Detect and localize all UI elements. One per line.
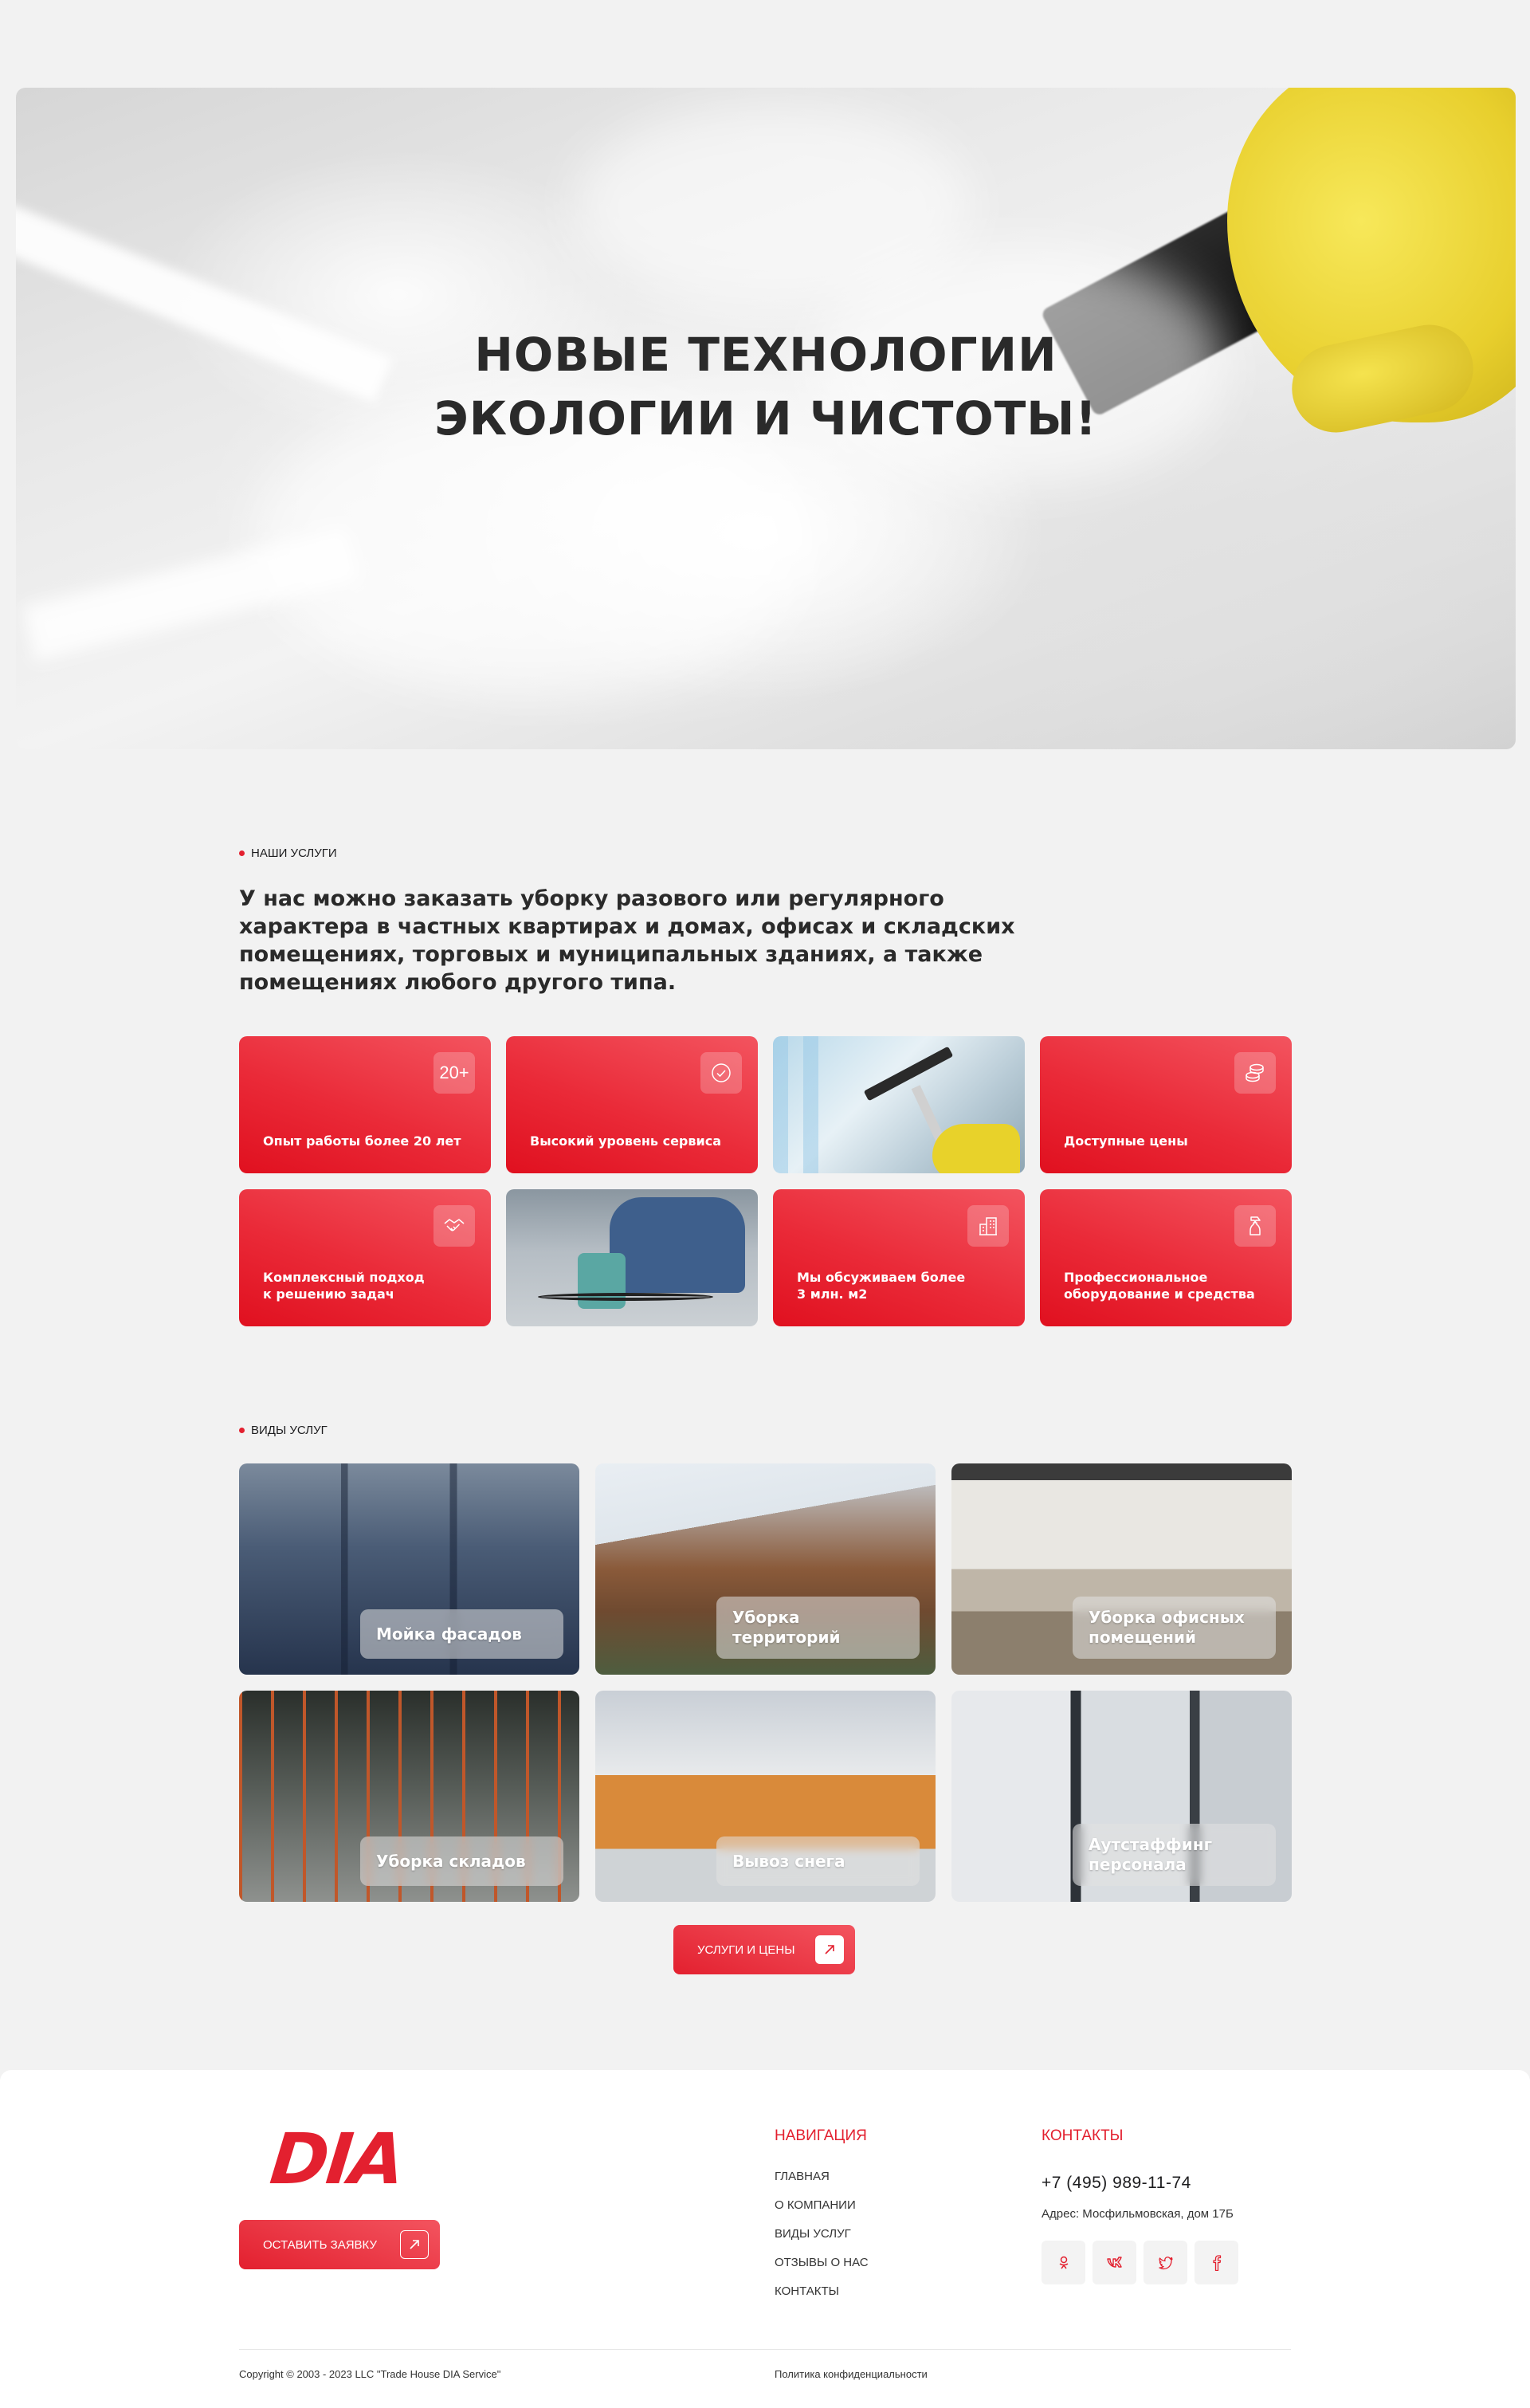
phone-link[interactable]: +7 (495) 989-11-74 xyxy=(1042,2174,1191,2193)
privacy-policy-link[interactable]: Политика конфиденциальности xyxy=(775,2368,928,2380)
service-card-snow-removal[interactable]: Вывоз снега xyxy=(595,1691,936,1902)
building-icon xyxy=(967,1205,1009,1247)
service-card-facade-washing[interactable]: Мойка фасадов xyxy=(239,1463,579,1675)
feature-card-equipment: Профессиональное оборудование и средства xyxy=(1040,1189,1292,1326)
feature-card-experience: 20+ Опыт работы более 20 лет xyxy=(239,1036,491,1173)
footer-nav-reviews[interactable]: ОТЗЫВЫ О НАС xyxy=(775,2256,869,2284)
services-intro-text: У нас можно заказать уборку разового или… xyxy=(239,886,1015,995)
years-20-icon-text: 20+ xyxy=(439,1063,469,1082)
service-card-label-line: Уборка складов xyxy=(376,1851,526,1871)
feature-card-service: Высокий уровень сервиса xyxy=(506,1036,758,1173)
service-card-warehouse-cleaning[interactable]: Уборка складов xyxy=(239,1691,579,1902)
service-card-label-line: территорий xyxy=(732,1628,841,1647)
service-types-grid: Мойка фасадов Уборка территорий Уборка оф… xyxy=(239,1463,1293,1902)
footer-nav-services[interactable]: ВИДЫ УСЛУГ xyxy=(775,2227,869,2256)
twitter-icon[interactable] xyxy=(1144,2241,1187,2284)
squeegee-image xyxy=(863,1046,954,1102)
feature-text: Комплексный подход к решению задач xyxy=(263,1269,470,1302)
feature-text-line: 3 млн. м2 xyxy=(797,1286,868,1302)
feature-text: Доступные цены xyxy=(1064,1133,1188,1149)
services-prices-button[interactable]: УСЛУГИ И ЦЕНЫ xyxy=(673,1925,855,1974)
bullet-dot-icon xyxy=(239,1428,245,1433)
section-label-text: НАШИ УСЛУГИ xyxy=(251,847,337,860)
service-card-label: Уборка офисных помещений xyxy=(1073,1597,1276,1659)
service-card-label-line: Уборка офисных xyxy=(1089,1608,1245,1627)
dia-logo[interactable]: DIA xyxy=(267,2118,407,2200)
feature-text: Мы обсуживаем более 3 млн. м2 xyxy=(797,1269,1004,1302)
feature-card-prices: Доступные цены xyxy=(1040,1036,1292,1173)
footer-nav-about[interactable]: О КОМПАНИИ xyxy=(775,2198,869,2227)
spray-bottle-icon xyxy=(1234,1205,1276,1247)
hero-title: НОВЫЕ ТЕХНОЛОГИИ ЭКОЛОГИИ И ЧИСТОТЫ! xyxy=(16,323,1516,450)
coins-icon xyxy=(1234,1052,1276,1094)
service-card-label-line: персонала xyxy=(1089,1855,1187,1874)
bullet-dot-icon xyxy=(239,850,245,856)
copyright-text: Copyright © 2003 - 2023 LLC "Trade House… xyxy=(239,2368,501,2380)
feature-text-line: к решению задач xyxy=(263,1286,394,1302)
handshake-icon xyxy=(434,1205,475,1247)
features-grid: 20+ Опыт работы более 20 лет Высокий уро… xyxy=(239,1036,1292,1326)
hero-title-line: ЭКОЛОГИИ И ЧИСТОТЫ! xyxy=(434,391,1097,446)
service-card-label: Мойка фасадов xyxy=(360,1609,563,1659)
section-label-text: ВИДЫ УСЛУГ xyxy=(251,1424,328,1437)
service-card-label-line: Мойка фасадов xyxy=(376,1624,522,1644)
feature-text: Высокий уровень сервиса xyxy=(530,1133,721,1149)
address-text: Адрес: Мосфильмовская, дом 17Б xyxy=(1042,2207,1234,2221)
hero-title-line: НОВЫЕ ТЕХНОЛОГИИ xyxy=(474,328,1057,382)
footer: DIA ОСТАВИТЬ ЗАЯВКУ НАВИГАЦИЯ ГЛАВНАЯ О … xyxy=(0,2070,1530,2408)
section-label-service-types: ВИДЫ УСЛУГ xyxy=(239,1424,328,1437)
leave-request-button[interactable]: ОСТАВИТЬ ЗАЯВКУ xyxy=(239,2220,440,2269)
footer-nav-title: НАВИГАЦИЯ xyxy=(775,2127,867,2144)
footer-divider xyxy=(239,2349,1291,2350)
hero-banner: НОВЫЕ ТЕХНОЛОГИИ ЭКОЛОГИИ И ЧИСТОТЫ! xyxy=(16,88,1516,749)
leave-request-button-label: ОСТАВИТЬ ЗАЯВКУ xyxy=(263,2237,377,2252)
service-card-outstaffing[interactable]: Аутстаффинг персонала xyxy=(951,1691,1292,1902)
vacuum-hose-image xyxy=(538,1293,713,1301)
service-card-territory-cleaning[interactable]: Уборка территорий xyxy=(595,1463,936,1675)
feature-card-complex: Комплексный подход к решению задач xyxy=(239,1189,491,1326)
steam-cloud xyxy=(574,104,972,311)
check-circle-icon xyxy=(700,1052,742,1094)
feature-text-line: оборудование и средства xyxy=(1064,1286,1255,1302)
gloved-hand-image xyxy=(932,1124,1020,1173)
social-links xyxy=(1042,2241,1238,2284)
footer-contacts-title: КОНТАКТЫ xyxy=(1042,2127,1124,2144)
window-cleaning-photo xyxy=(773,1036,1025,1173)
service-card-label-line: помещений xyxy=(1089,1628,1196,1647)
feature-text-line: Мы обсуживаем более xyxy=(797,1270,966,1285)
service-card-label: Аутстаффинг персонала xyxy=(1073,1824,1276,1886)
odnoklassniki-icon[interactable] xyxy=(1042,2241,1085,2284)
arrow-up-right-icon xyxy=(400,2230,429,2259)
footer-nav: ГЛАВНАЯ О КОМПАНИИ ВИДЫ УСЛУГ ОТЗЫВЫ О Н… xyxy=(775,2170,869,2313)
service-card-label: Вывоз снега xyxy=(716,1836,920,1886)
feature-text-line: Профессиональное xyxy=(1064,1270,1208,1285)
feature-text-line: Комплексный подход xyxy=(263,1270,425,1285)
service-card-label: Уборка складов xyxy=(360,1836,563,1886)
services-prices-button-label: УСЛУГИ И ЦЕНЫ xyxy=(697,1943,795,1957)
service-card-label: Уборка территорий xyxy=(716,1597,920,1659)
floor-cleaning-photo xyxy=(506,1189,758,1326)
arrow-up-right-icon xyxy=(815,1935,844,1964)
cleaner-person-image xyxy=(610,1197,745,1293)
footer-nav-contacts[interactable]: КОНТАКТЫ xyxy=(775,2284,869,2313)
service-card-label-line: Уборка xyxy=(732,1608,800,1627)
vk-icon[interactable] xyxy=(1093,2241,1136,2284)
service-card-label-line: Вывоз снега xyxy=(732,1851,845,1871)
section-label-services: НАШИ УСЛУГИ xyxy=(239,847,337,860)
feature-text: Опыт работы более 20 лет xyxy=(263,1133,461,1149)
service-card-office-cleaning[interactable]: Уборка офисных помещений xyxy=(951,1463,1292,1675)
feature-text: Профессиональное оборудование и средства xyxy=(1064,1269,1271,1302)
footer-nav-home[interactable]: ГЛАВНАЯ xyxy=(775,2170,869,2198)
years-20-icon: 20+ xyxy=(434,1052,475,1094)
feature-card-area: Мы обсуживаем более 3 млн. м2 xyxy=(773,1189,1025,1326)
service-card-label-line: Аутстаффинг xyxy=(1089,1835,1213,1854)
facebook-icon[interactable] xyxy=(1195,2241,1238,2284)
